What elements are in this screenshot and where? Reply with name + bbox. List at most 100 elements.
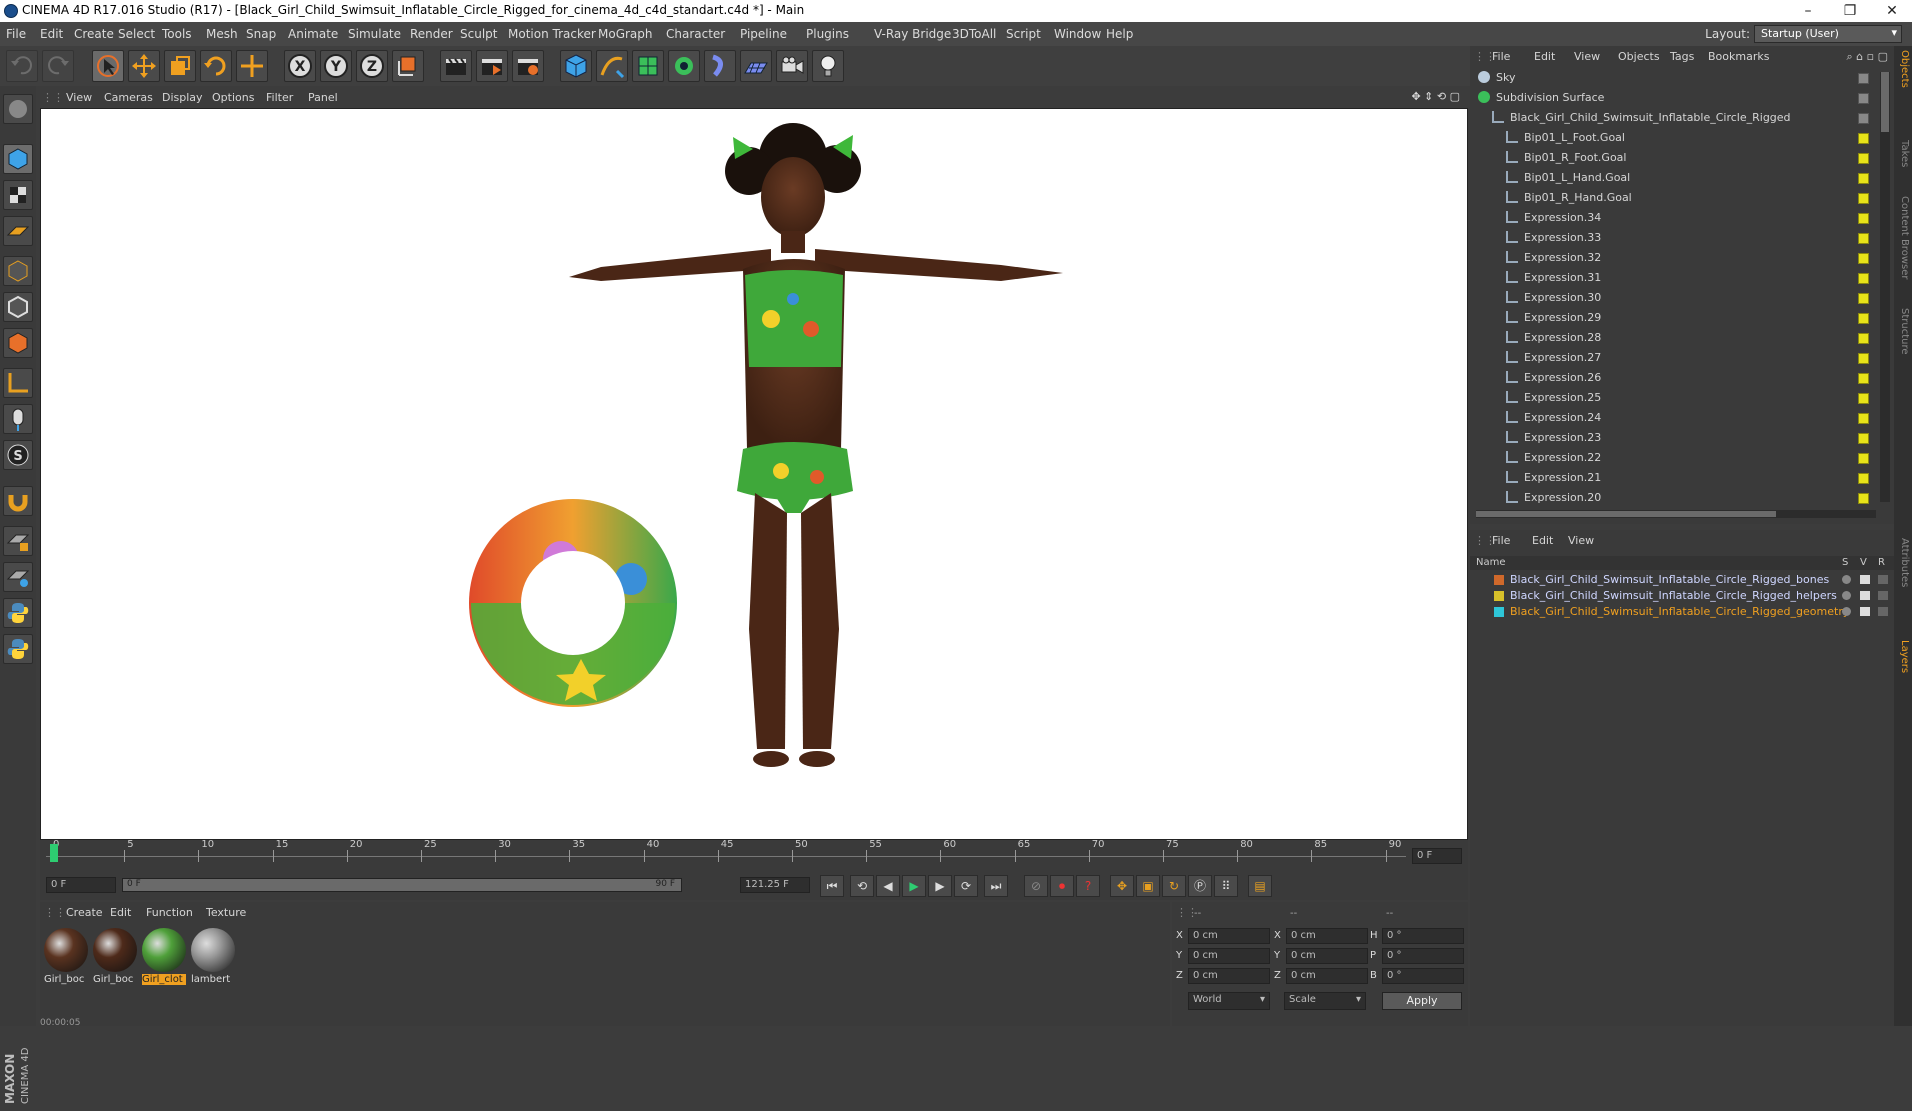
object-row[interactable]: Bip01_L_Hand.Goal <box>1470 168 1874 188</box>
current-frame-field[interactable]: 0 F <box>1412 848 1462 864</box>
object-row[interactable]: Expression.29 <box>1470 308 1874 328</box>
object-row[interactable]: Expression.32 <box>1470 248 1874 268</box>
viewport-menu-cameras[interactable]: Cameras <box>104 91 153 104</box>
key-parameter-icon[interactable]: Ⓟ <box>1188 875 1212 897</box>
menu-sculpt[interactable]: Sculpt <box>460 27 497 41</box>
object-row[interactable]: Expression.34 <box>1470 208 1874 228</box>
scale-mode-dropdown[interactable]: Scale ▾ <box>1284 992 1366 1010</box>
menu-script[interactable]: Script <box>1006 27 1041 41</box>
object-scrollbar[interactable] <box>1880 72 1890 502</box>
viewport-menu-view[interactable]: View <box>66 91 92 104</box>
menu-file[interactable]: File <box>6 27 26 41</box>
camera-button[interactable] <box>776 50 808 82</box>
menu-pipeline[interactable]: Pipeline <box>740 27 787 41</box>
object-row[interactable]: Expression.28 <box>1470 328 1874 348</box>
keyframe-selection-icon[interactable]: ? <box>1076 875 1100 897</box>
visible-eye-icon[interactable] <box>1860 607 1870 616</box>
snapping-button[interactable]: S <box>3 440 33 470</box>
coordinate-system-dropdown[interactable]: World ▾ <box>1188 992 1270 1010</box>
objects-menu-view[interactable]: View <box>1574 50 1600 63</box>
coord-value-field[interactable]: 0 cm <box>1188 928 1270 944</box>
object-row[interactable]: Bip01_R_Hand.Goal <box>1470 188 1874 208</box>
visibility-toggle-icon[interactable] <box>1858 113 1869 124</box>
visibility-toggle-icon[interactable] <box>1858 93 1869 104</box>
object-row[interactable]: Expression.20 <box>1470 488 1874 508</box>
deformer-button[interactable] <box>704 50 736 82</box>
layer-color-swatch[interactable] <box>1494 575 1504 585</box>
menu-motion-tracker[interactable]: Motion Tracker <box>508 27 596 41</box>
layer-row[interactable]: Black_Girl_Child_Swimsuit_Inflatable_Cir… <box>1470 588 1894 604</box>
cube-primitive-button[interactable] <box>560 50 592 82</box>
scrollbar-thumb[interactable] <box>1881 72 1889 132</box>
object-row[interactable]: Black_Girl_Child_Swimsuit_Inflatable_Cir… <box>1470 108 1874 128</box>
spline-pen-button[interactable] <box>596 50 628 82</box>
coord-value-field[interactable]: 0 cm <box>1188 948 1270 964</box>
object-row[interactable]: Expression.25 <box>1470 388 1874 408</box>
object-row[interactable]: Bip01_L_Foot.Goal <box>1470 128 1874 148</box>
material-menu-create[interactable]: Create <box>66 906 103 919</box>
render-settings-button[interactable] <box>512 50 544 82</box>
coord-value-field[interactable]: 0 ° <box>1382 948 1464 964</box>
material-label[interactable]: Girl_boc <box>44 974 88 985</box>
material-label[interactable]: lambert <box>191 974 235 985</box>
material-swatch[interactable] <box>191 928 235 972</box>
light-button[interactable] <box>812 50 844 82</box>
floor-button[interactable] <box>740 50 772 82</box>
previous-frame-icon[interactable]: ◀ <box>876 875 900 897</box>
make-editable-button[interactable] <box>3 94 33 124</box>
solo-toggle-icon[interactable] <box>1842 575 1851 584</box>
side-tab-content-browser[interactable]: Content Browser <box>1896 196 1910 279</box>
objects-menu-objects[interactable]: Objects <box>1618 50 1660 63</box>
live-selection-button[interactable] <box>236 50 268 82</box>
viewport-3d[interactable] <box>40 108 1468 840</box>
viewport-menu-panel[interactable]: Panel <box>308 91 338 104</box>
planar-workplane-button[interactable] <box>3 562 33 592</box>
object-row[interactable]: Expression.23 <box>1470 428 1874 448</box>
side-tab-structure[interactable]: Structure <box>1896 308 1910 355</box>
layer-color-swatch[interactable] <box>1494 591 1504 601</box>
python-script-button[interactable] <box>3 598 33 628</box>
menu-tools[interactable]: Tools <box>162 27 192 41</box>
hscrollbar-thumb[interactable] <box>1476 511 1776 517</box>
menu-3dtoall[interactable]: 3DToAll <box>952 27 996 41</box>
previous-key-icon[interactable]: ⟲ <box>850 875 874 897</box>
object-row[interactable]: Subdivision Surface <box>1470 88 1874 108</box>
menu-mesh[interactable]: Mesh <box>206 27 238 41</box>
z-axis-lock-button[interactable]: Z <box>356 50 388 82</box>
coord-value-field[interactable]: 0 cm <box>1286 948 1368 964</box>
render-toggle-icon[interactable] <box>1878 591 1888 600</box>
subdivision-surface-button[interactable] <box>632 50 664 82</box>
tweak-mode-button[interactable] <box>3 404 33 434</box>
key-scale-icon[interactable]: ▣ <box>1136 875 1160 897</box>
menu-character[interactable]: Character <box>666 27 725 41</box>
next-frame-icon[interactable]: ▶ <box>928 875 952 897</box>
viewport-menu-filter[interactable]: Filter <box>266 91 293 104</box>
layer-row[interactable]: Black_Girl_Child_Swimsuit_Inflatable_Cir… <box>1470 572 1894 588</box>
timeline-window-icon[interactable]: ▤ <box>1248 875 1272 897</box>
coord-value-field[interactable]: 0 cm <box>1286 968 1368 984</box>
object-row[interactable]: Expression.21 <box>1470 468 1874 488</box>
x-axis-lock-button[interactable]: X <box>284 50 316 82</box>
menu-mograph[interactable]: MoGraph <box>598 27 653 41</box>
polygons-mode-button[interactable] <box>3 328 33 358</box>
key-rotation-icon[interactable]: ↻ <box>1162 875 1186 897</box>
rotate-tool-button[interactable] <box>200 50 232 82</box>
coord-value-field[interactable]: 0 ° <box>1382 968 1464 984</box>
points-mode-button[interactable] <box>3 256 33 286</box>
side-tab-layers[interactable]: Layers <box>1896 640 1910 673</box>
object-row[interactable]: Expression.27 <box>1470 348 1874 368</box>
material-label[interactable]: Girl_clot <box>142 974 186 985</box>
move-tool-button[interactable] <box>128 50 160 82</box>
workplane-mode-button[interactable] <box>3 216 33 246</box>
object-row[interactable]: Expression.30 <box>1470 288 1874 308</box>
min-frame-field[interactable]: 0 F <box>46 877 116 893</box>
layer-row[interactable]: Black_Girl_Child_Swimsuit_Inflatable_Cir… <box>1470 604 1894 620</box>
object-manager-toolbar-icons[interactable]: ⌕ ⌂ ▫ ▢ <box>1847 50 1888 64</box>
y-axis-lock-button[interactable]: Y <box>320 50 352 82</box>
redo-button[interactable] <box>42 50 74 82</box>
close-icon[interactable]: ✕ <box>1872 1 1912 21</box>
preview-range-slider[interactable]: 0 F 90 F <box>122 878 682 892</box>
render-toggle-icon[interactable] <box>1878 607 1888 616</box>
object-row[interactable]: Bip01_R_Foot.Goal <box>1470 148 1874 168</box>
lock-workplane-button[interactable] <box>3 526 33 556</box>
